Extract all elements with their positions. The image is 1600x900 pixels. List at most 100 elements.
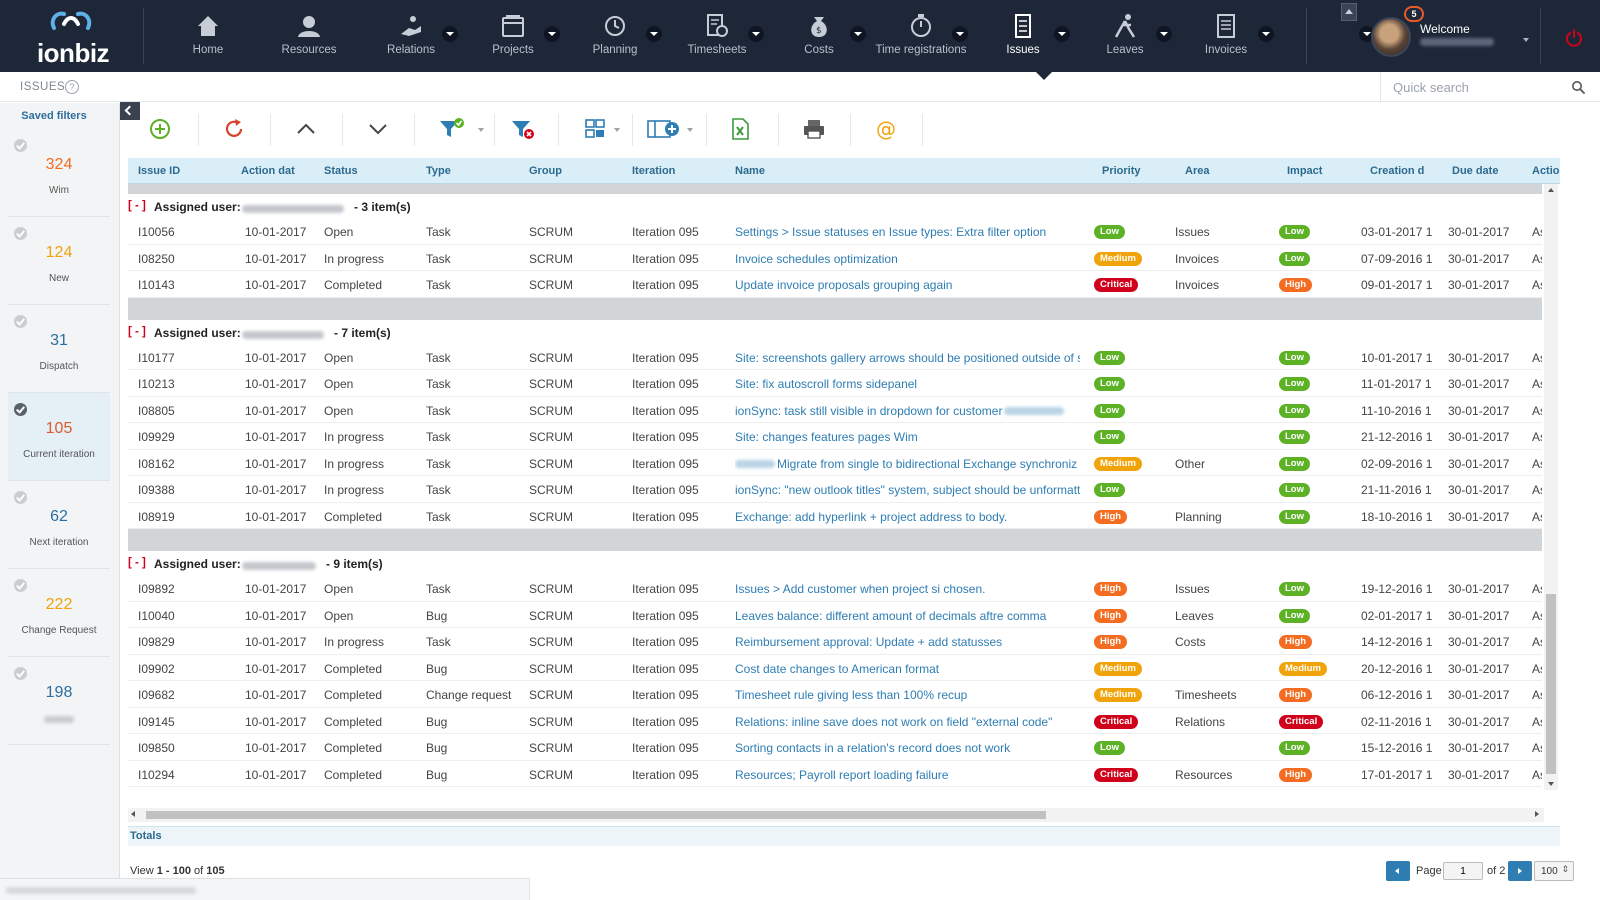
nav-item-invoices[interactable]: Invoices <box>1176 10 1276 66</box>
issue-name-link[interactable]: Update invoice proposals grouping again <box>735 278 1080 292</box>
issue-name-link[interactable]: Settings > Issue statuses en Issue types… <box>735 225 1080 239</box>
column-header[interactable]: Issue ID <box>138 165 228 177</box>
scroll-up-icon[interactable] <box>1548 188 1554 192</box>
saved-filter-item[interactable]: 105 Current iteration <box>8 393 110 481</box>
nav-item-planning[interactable]: Planning <box>565 10 665 66</box>
column-header[interactable]: Impact <box>1287 165 1357 177</box>
issue-name-link[interactable]: Reimbursement approval: Update + add sta… <box>735 635 1080 649</box>
issue-name-link[interactable]: Site: changes features pages Wim <box>735 430 1080 444</box>
issue-name-link[interactable]: ionSync: task still visible in dropdown … <box>735 404 1080 418</box>
power-icon[interactable] <box>1564 28 1584 48</box>
table-row[interactable]: I10294 10-01-2017 Completed Bug SCRUM Iterati… <box>128 761 1542 787</box>
saved-filters-title[interactable]: Saved filters <box>0 110 108 122</box>
column-header[interactable]: Name <box>735 165 1075 177</box>
page-number-input[interactable] <box>1443 862 1483 880</box>
horizontal-scrollbar[interactable] <box>128 808 1544 822</box>
issue-name-link[interactable]: Sorting contacts in a relation's record … <box>735 741 1080 755</box>
issue-name-link[interactable]: Site: fix autoscroll forms sidepanel <box>735 377 1080 391</box>
search-icon[interactable] <box>1571 80 1585 94</box>
scroll-left-icon[interactable] <box>131 811 135 817</box>
nav-item-timesheets[interactable]: Timesheets <box>667 10 767 66</box>
nav-item-time-registrations[interactable]: Time registrations <box>871 10 971 66</box>
apply-filter-button[interactable] <box>438 108 486 150</box>
table-row[interactable]: I09929 10-01-2017 In progress Task SCRUM Iter… <box>128 423 1542 450</box>
column-header[interactable]: Creation d <box>1370 165 1430 177</box>
table-row[interactable]: I09902 10-01-2017 Completed Bug SCRUM Iterati… <box>128 655 1542 681</box>
ionbiz-logo[interactable]: ionbiz <box>28 8 118 68</box>
expand-all-button[interactable] <box>366 108 396 150</box>
table-row[interactable]: I10143 10-01-2017 Completed Task SCRUM Iterat… <box>128 271 1542 298</box>
issue-name-link[interactable]: Site: screenshots gallery arrows should … <box>735 351 1080 365</box>
refresh-button[interactable] <box>222 108 252 150</box>
column-header[interactable]: Iteration <box>632 165 722 177</box>
nav-item-resources[interactable]: Resources <box>259 10 359 66</box>
collapse-sidebar-button[interactable] <box>120 102 140 120</box>
group-collapse-toggle[interactable]: [ - ] <box>128 200 146 212</box>
issue-name-link[interactable]: Exchange: add hyperlink + project addres… <box>735 510 1080 524</box>
issue-name-link[interactable]: Leaves balance: different amount of deci… <box>735 609 1080 623</box>
column-header[interactable]: Area <box>1185 165 1275 177</box>
table-row[interactable]: I08919 10-01-2017 Completed Task SCRUM Iterat… <box>128 503 1542 529</box>
export-excel-button[interactable] <box>728 108 758 150</box>
scroll-down-icon[interactable] <box>1548 782 1554 786</box>
user-menu-chevron-down-icon[interactable] <box>1523 38 1529 42</box>
issue-name-link[interactable]: ionSync: "new outlook titles" system, su… <box>735 483 1080 497</box>
table-row[interactable]: I08805 10-01-2017 Open Task SCRUM Iteration 0… <box>128 397 1542 423</box>
nav-item-issues[interactable]: Issues <box>973 10 1073 66</box>
column-header[interactable]: Type <box>426 165 516 177</box>
saved-filter-item[interactable]: 62 Next iteration <box>8 481 110 569</box>
previous-page-button[interactable] <box>1386 861 1410 881</box>
scroll-right-icon[interactable] <box>1535 811 1539 817</box>
scroll-thumb[interactable] <box>146 811 1046 819</box>
column-header[interactable]: Action dat <box>241 165 301 177</box>
table-row[interactable]: I09829 10-01-2017 In progress Task SCRUM Iter… <box>128 628 1542 655</box>
print-button[interactable] <box>802 108 832 150</box>
info-icon[interactable]: ? <box>65 80 79 94</box>
quick-search-input[interactable] <box>1393 78 1563 96</box>
column-header[interactable]: Due date <box>1452 165 1522 177</box>
table-row[interactable]: I09682 10-01-2017 Completed Change request S… <box>128 681 1542 708</box>
collapse-all-button[interactable] <box>294 108 324 150</box>
issue-name-link[interactable]: Issues > Add customer when project si ch… <box>735 582 1080 596</box>
table-row[interactable]: I10177 10-01-2017 Open Task SCRUM Iteration 0… <box>128 344 1542 370</box>
column-header[interactable]: Actio <box>1532 165 1562 177</box>
issue-name-link[interactable]: Resources; Payroll report loading failur… <box>735 768 1080 782</box>
group-collapse-toggle[interactable]: [ - ] <box>128 557 146 569</box>
group-collapse-toggle[interactable]: [ - ] <box>128 326 146 338</box>
column-header[interactable]: Group <box>529 165 619 177</box>
collapse-header-button[interactable] <box>1341 3 1357 21</box>
saved-filter-item[interactable]: 31 Dispatch <box>8 305 110 393</box>
nav-item-home[interactable]: Home <box>158 10 258 66</box>
issue-name-link[interactable]: Timesheet rule giving less than 100% rec… <box>735 688 1080 702</box>
nav-item-relations[interactable]: Relations <box>361 10 461 66</box>
next-page-button[interactable] <box>1508 861 1532 881</box>
group-by-button[interactable] <box>584 108 624 150</box>
issue-name-link[interactable]: Cost date changes to American format <box>735 662 1080 676</box>
avatar[interactable] <box>1371 17 1411 57</box>
add-button[interactable] <box>148 108 178 150</box>
nav-item-projects[interactable]: Projects <box>463 10 563 66</box>
nav-item-costs[interactable]: $ Costs <box>769 10 869 66</box>
email-button[interactable]: @ <box>874 108 904 150</box>
issue-name-link[interactable]: Relations: inline save does not work on … <box>735 715 1080 729</box>
saved-filter-item[interactable]: 198 <box>8 657 110 745</box>
column-header[interactable]: Status <box>324 165 414 177</box>
table-row[interactable]: I10056 10-01-2017 Open Task SCRUM Iteration 0… <box>128 218 1542 245</box>
table-row[interactable]: I10040 10-01-2017 Open Bug SCRUM Iteration 09… <box>128 602 1542 628</box>
columns-button[interactable] <box>646 108 694 150</box>
nav-item-leaves[interactable]: Leaves <box>1075 10 1175 66</box>
table-row[interactable]: I09388 10-01-2017 In progress Task SCRUM Iter… <box>128 476 1542 503</box>
table-row[interactable]: I09850 10-01-2017 Completed Bug SCRUM Iterati… <box>128 734 1542 761</box>
table-row[interactable]: I08162 10-01-2017 In progress Task SCRUM Iter… <box>128 450 1542 476</box>
issue-name-link[interactable]: Invoice schedules optimization <box>735 252 1080 266</box>
column-header[interactable]: Priority <box>1102 165 1172 177</box>
saved-filter-item[interactable]: 124 New <box>8 217 110 305</box>
clear-filter-button[interactable] <box>510 108 540 150</box>
table-row[interactable]: I08250 10-01-2017 In progress Task SCRUM Iter… <box>128 245 1542 271</box>
saved-filter-item[interactable]: 324 Wim <box>8 129 110 217</box>
scroll-thumb[interactable] <box>1546 594 1556 774</box>
table-row[interactable]: I10213 10-01-2017 Open Task SCRUM Iteration 0… <box>128 370 1542 397</box>
table-row[interactable]: I09145 10-01-2017 Completed Bug SCRUM Iterati… <box>128 708 1542 734</box>
issue-name-link[interactable]: Migrate from single to bidirectional Exc… <box>735 457 1080 471</box>
table-row[interactable]: I09892 10-01-2017 Open Task SCRUM Iteration 0… <box>128 575 1542 602</box>
